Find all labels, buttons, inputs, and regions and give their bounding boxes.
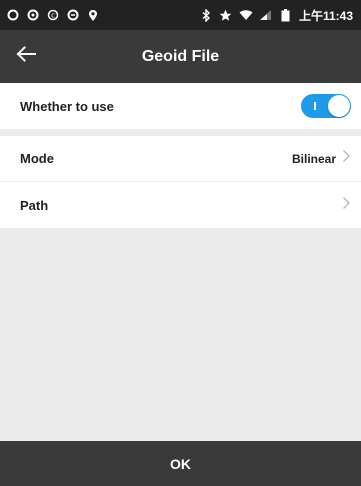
star-icon — [219, 8, 233, 22]
battery-icon — [279, 8, 293, 22]
ok-label: OK — [170, 455, 191, 472]
notification-icon-4 — [66, 8, 80, 22]
mode-right: Bilinear — [292, 149, 351, 168]
page-title: Geoid File — [141, 47, 220, 65]
path-label: Path — [20, 197, 49, 213]
whether-to-use-toggle[interactable] — [301, 94, 351, 118]
mode-label: Mode — [20, 151, 54, 166]
bluetooth-icon — [199, 8, 213, 22]
setting-row-mode[interactable]: Mode Bilinear — [0, 136, 361, 182]
setting-row-whether-to-use: Whether to use — [0, 83, 361, 129]
app-bar: Geoid File — [0, 30, 361, 83]
notification-icon-2 — [26, 8, 40, 22]
path-right — [336, 196, 351, 215]
toggle-knob — [328, 95, 350, 117]
chevron-right-icon — [342, 196, 351, 215]
location-pin-icon — [86, 8, 100, 22]
svg-text:c: c — [51, 12, 55, 20]
status-bar: c 上午11:43 — [0, 0, 361, 30]
mode-value: Bilinear — [291, 151, 336, 166]
arrow-left-icon — [15, 45, 37, 68]
wifi-icon — [239, 8, 253, 22]
chevron-right-icon — [342, 149, 351, 168]
notification-icon-3: c — [46, 8, 60, 22]
signal-icon — [259, 8, 273, 22]
notification-icon-1 — [6, 8, 20, 22]
ok-button[interactable]: OK — [0, 441, 361, 486]
geoid-file-screen: c 上午11:43 Geoid File Whether to use Mode… — [0, 0, 361, 486]
status-time: 上午11:43 — [298, 8, 353, 23]
whether-to-use-label: Whether to use — [20, 98, 114, 114]
toggle-on-mark — [314, 102, 316, 110]
status-right-icons: 上午11:43 — [199, 7, 353, 24]
setting-row-path[interactable]: Path — [0, 182, 361, 228]
back-button[interactable] — [6, 30, 46, 83]
status-left-icons: c — [6, 8, 100, 22]
